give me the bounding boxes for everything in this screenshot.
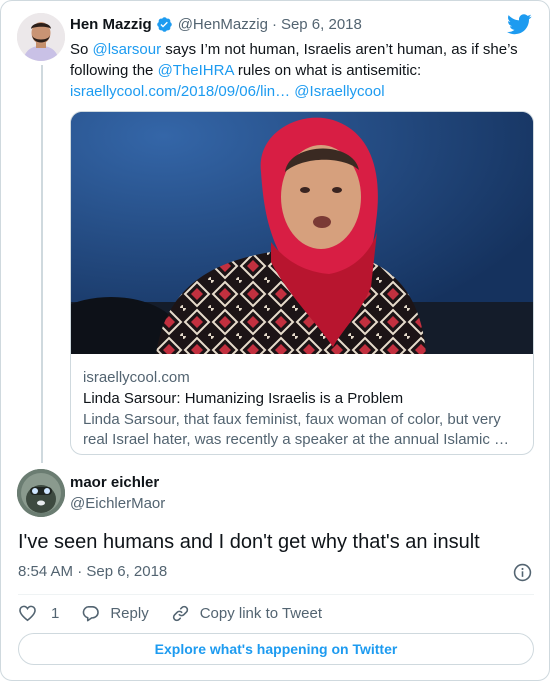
info-icon[interactable]: [513, 563, 532, 582]
like-button[interactable]: 1: [18, 604, 59, 623]
tweet-text-segment: So: [70, 41, 93, 58]
mention-theihra[interactable]: @TheIHRA: [158, 62, 234, 79]
article-link[interactable]: israellycool.com/2018/09/06/lin…: [70, 83, 290, 100]
like-count: 1: [51, 604, 60, 622]
tweet-text-segment: rules on what is antisemitic:: [233, 62, 422, 79]
link-preview-image: [71, 112, 533, 354]
tweet-embed-card: Hen Mazzig @HenMazzig · Sep 6, 2018 So @…: [0, 0, 550, 681]
link-description: Linda Sarsour, that faux feminist, faux …: [83, 411, 510, 448]
reply-bubble-icon: [83, 605, 100, 621]
hen-mazzig-avatar[interactable]: [17, 13, 65, 61]
quoted-tweet-text: So @lsarsour says I’m not human, Israeli…: [70, 39, 535, 102]
link-domain: israellycool.com: [83, 369, 190, 386]
mention-israellycool[interactable]: @Israellycool: [294, 83, 384, 100]
explore-twitter-button[interactable]: Explore what's happening on Twitter: [18, 633, 534, 665]
thread-connector-line: [41, 65, 43, 463]
reply-button[interactable]: Reply: [81, 604, 149, 623]
hen-mazzig-name[interactable]: Hen Mazzig: [70, 16, 152, 33]
tweet-actions: 1 Reply Copy link to Tweet: [18, 603, 344, 623]
maor-eichler-handle[interactable]: @EichlerMaor: [70, 495, 165, 512]
actions-divider: [18, 594, 534, 595]
hen-mazzig-handle[interactable]: @HenMazzig: [178, 16, 268, 33]
separator-dot: ·: [271, 16, 277, 33]
twitter-bird-icon[interactable]: [507, 14, 532, 35]
heart-icon: [19, 605, 36, 621]
hen-mazzig-header: Hen Mazzig @HenMazzig · Sep 6, 2018: [70, 16, 362, 33]
main-tweet-text: I've seen humans and I don't get why tha…: [18, 531, 480, 553]
verified-badge-icon: [156, 17, 172, 32]
link-icon: [172, 605, 188, 621]
link-title: Linda Sarsour: Humanizing Israelis is a …: [83, 390, 404, 407]
mention-lsarsour[interactable]: @lsarsour: [93, 41, 162, 58]
reply-label: Reply: [110, 604, 149, 622]
copy-link-label: Copy link to Tweet: [199, 604, 322, 622]
link-preview-card[interactable]: israellycool.com Linda Sarsour: Humanizi…: [70, 111, 534, 455]
tweet-timestamp[interactable]: 8:54 AM · Sep 6, 2018: [18, 563, 167, 580]
copy-link-button[interactable]: Copy link to Tweet: [171, 604, 322, 623]
maor-eichler-name[interactable]: maor eichler: [70, 474, 159, 491]
quoted-tweet-date[interactable]: Sep 6, 2018: [281, 16, 362, 33]
link-preview-meta: israellycool.com Linda Sarsour: Humanizi…: [83, 368, 523, 450]
maor-eichler-avatar[interactable]: [17, 469, 65, 517]
